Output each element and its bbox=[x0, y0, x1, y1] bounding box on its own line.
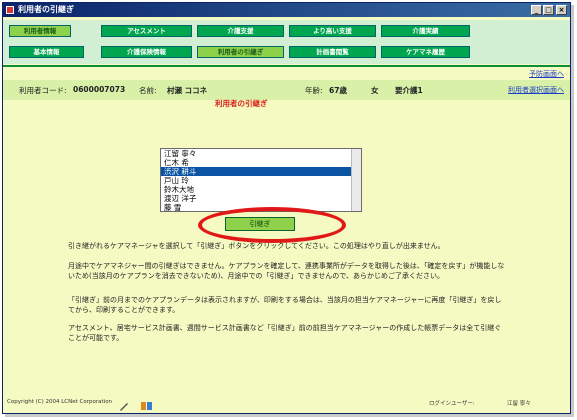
user-code-value: 0600007073 bbox=[73, 85, 126, 94]
title-bar: 利用者の引継ぎ _ □ × bbox=[3, 3, 570, 17]
user-name-value: 村瀬 ココネ bbox=[167, 86, 208, 95]
user-info-bar: 利用者コード: 0600007073 名前: 村瀬 ココネ 年齢: 67歳 女 … bbox=[3, 80, 570, 100]
close-icon[interactable]: × bbox=[556, 5, 567, 15]
instruction-text-4: アセスメント、居宅サービス計画書、週間サービス計画書など「引継ぎ」前の前担当ケア… bbox=[68, 324, 502, 342]
nav-basic-info-button[interactable]: 基本情報 bbox=[9, 46, 84, 58]
copyright-text: Copyright (C) 2004 LCNet Corporation bbox=[7, 399, 113, 405]
care-manager-option[interactable]: 渡辺 洋子 bbox=[161, 194, 361, 203]
care-manager-option[interactable]: 戸山 玲 bbox=[161, 176, 361, 185]
care-manager-option[interactable]: 鈴木大地 bbox=[161, 185, 361, 194]
nav-assessment-button[interactable]: アセスメント bbox=[101, 25, 192, 37]
user-care-level-value: 要介護1 bbox=[395, 86, 423, 95]
user-age-label: 年齢: bbox=[305, 86, 323, 95]
app-window: 利用者の引継ぎ _ □ × 利用者情報 アセスメント 介護支援 より高い支援 介… bbox=[2, 2, 571, 414]
nav-user-handover-button[interactable]: 利用者の引継ぎ bbox=[197, 46, 284, 58]
nav-user-info-button[interactable]: 利用者情報 bbox=[9, 25, 71, 37]
user-code-label: 利用者コード: bbox=[19, 86, 67, 95]
nav-row-secondary: 基本情報 介護保険情報 利用者の引継ぎ 計画書閲覧 ケアマネ履歴 bbox=[3, 42, 570, 64]
instruction-text-2: 月途中でケアマネジャー間の引継ぎはできません。ケアプランを確定して、連携事業所が… bbox=[68, 262, 505, 280]
user-name-label: 名前: bbox=[139, 86, 157, 95]
nav-advanced-support-button[interactable]: より高い支援 bbox=[289, 25, 376, 37]
handover-button[interactable]: 引継ぎ bbox=[225, 217, 295, 231]
login-user-label: ログインユーザー: bbox=[429, 401, 475, 407]
app-icon bbox=[6, 6, 14, 14]
pen-icon[interactable] bbox=[119, 396, 129, 411]
nav-insurance-info-button[interactable]: 介護保険情報 bbox=[101, 46, 192, 58]
user-gender-value: 女 bbox=[371, 86, 379, 95]
prevention-screen-link[interactable]: 予防画面へ bbox=[529, 69, 564, 79]
listbox-scrollbar[interactable] bbox=[351, 149, 361, 211]
window-title: 利用者の引継ぎ bbox=[18, 5, 74, 14]
user-select-screen-link[interactable]: 利用者選択画面へ bbox=[508, 85, 564, 95]
nav-row-primary: 利用者情報 アセスメント 介護支援 より高い支援 介護実績 bbox=[3, 20, 570, 42]
nav-plan-view-button[interactable]: 計画書閲覧 bbox=[289, 46, 376, 58]
nav-caremanager-history-button[interactable]: ケアマネ履歴 bbox=[381, 46, 470, 58]
care-manager-option[interactable]: 江留 寧々 bbox=[161, 149, 361, 158]
login-user-value: 江留 寧々 bbox=[507, 401, 531, 407]
care-manager-option[interactable]: 仁木 希 bbox=[161, 158, 361, 167]
care-manager-listbox[interactable]: 江留 寧々 仁木 希 渋沢 耕斗 戸山 玲 鈴木大地 渡辺 洋子 藤 雪 bbox=[160, 148, 362, 212]
instruction-text-3: 「引継ぎ」前の月までのケアプランデータは表示されますが、印刷をする場合は、当該月… bbox=[68, 296, 502, 314]
book-icon[interactable] bbox=[141, 396, 152, 410]
maximize-icon[interactable]: □ bbox=[543, 5, 554, 15]
instruction-text-1: 引き継がれるケアマネージャを選択して「引継ぎ」ボタンをクリックしてください。この… bbox=[68, 242, 445, 250]
minimize-icon[interactable]: _ bbox=[531, 5, 542, 15]
section-title: 利用者の引継ぎ bbox=[215, 99, 268, 108]
nav-care-record-button[interactable]: 介護実績 bbox=[381, 25, 470, 37]
care-manager-option-selected[interactable]: 渋沢 耕斗 bbox=[161, 167, 361, 176]
header-divider bbox=[3, 65, 570, 67]
user-age-value: 67歳 bbox=[329, 86, 347, 95]
nav-care-support-button[interactable]: 介護支援 bbox=[197, 25, 284, 37]
